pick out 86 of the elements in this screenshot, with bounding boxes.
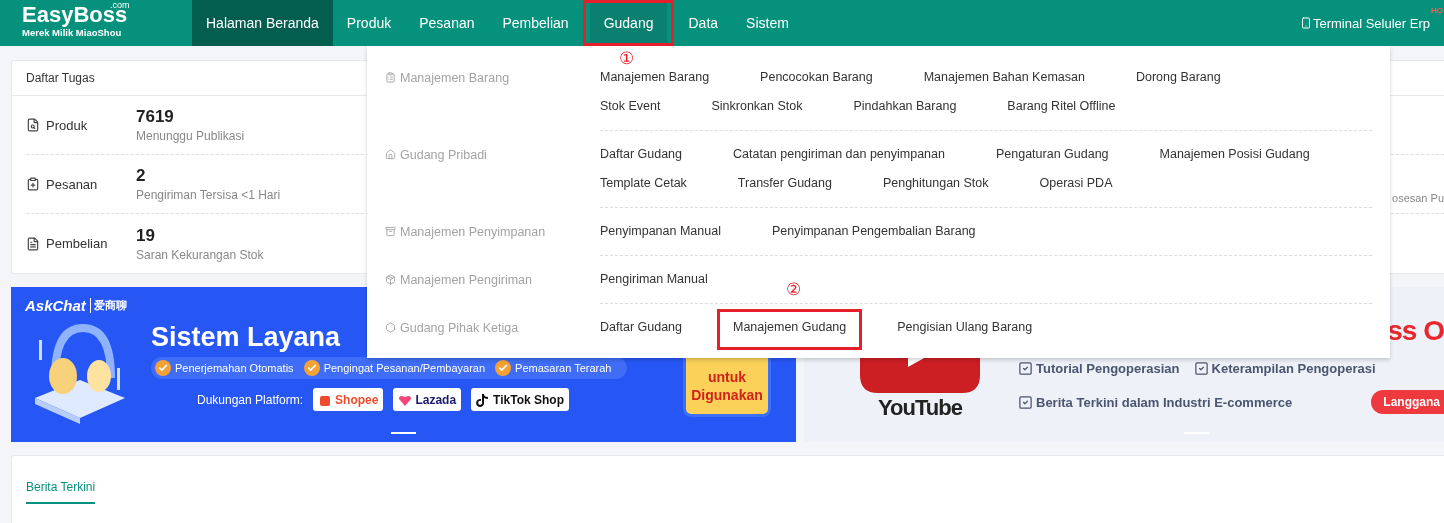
group-label: Gudang Pribadi (400, 147, 487, 162)
feature-text: Pengingat Pesanan/Pembayaran (323, 362, 486, 374)
task-label: Pembelian (46, 236, 108, 251)
menu-item[interactable]: Manajemen Bahan Kemasan (923, 68, 1085, 87)
group-icon (385, 149, 396, 160)
carousel-indicator[interactable] (391, 432, 416, 434)
menu-item[interactable]: Dorong Barang (1135, 68, 1221, 87)
task-label: Produk (46, 117, 88, 133)
menu-item[interactable]: Catatan pengiriman dan penyimpanan (733, 145, 945, 164)
hot-label: HO (1431, 6, 1443, 15)
nav-tab[interactable]: Sistem (732, 0, 803, 46)
menu-item[interactable]: Pindahkan Barang (853, 97, 957, 116)
nav-tab[interactable]: Produk (332, 0, 406, 46)
banner-title: Sistem Layana (151, 321, 341, 354)
nav-tab[interactable]: Halaman Beranda (192, 0, 333, 46)
checklist-text: Keterampilan Pengoperasi (1211, 361, 1376, 376)
checkbox-icon (1193, 361, 1209, 376)
task-count[interactable]: 7619 (136, 107, 245, 127)
checklist-text: Berita Terkini dalam Industri E-commerce (1036, 394, 1293, 410)
nav-tab[interactable]: Pembelian (488, 0, 583, 46)
promo-text: untuk (707, 368, 747, 386)
platform-badge: Shopee (313, 388, 384, 411)
platform-icon (476, 392, 491, 407)
menu-item[interactable]: Daftar Gudang (600, 145, 682, 164)
menu-item[interactable]: Operasi PDA (1039, 174, 1113, 193)
task-caption: osesan Pu (1392, 192, 1444, 206)
check-icon (155, 360, 171, 376)
group-label: Manajemen Pengiriman (400, 272, 532, 287)
menu-item[interactable]: Template Cetak (600, 174, 687, 193)
task-caption: Pengiriman Tersisa <1 Hari (136, 188, 281, 202)
task-caption: Menunggu Publikasi (136, 129, 245, 143)
task-caption: Saran Kekurangan Stok (136, 247, 264, 262)
menu-item[interactable]: Daftar Gudang (600, 318, 682, 337)
video-brand: YouTube (878, 395, 962, 421)
checkbox-icon (1018, 394, 1033, 410)
group-label: Manajemen Barang (400, 70, 510, 85)
brand-name: AskChat (25, 297, 86, 314)
group-icon (385, 72, 396, 83)
task-count[interactable]: 19 (136, 225, 264, 246)
feature-text: Pemasaran Terarah (515, 362, 612, 374)
document-icon (26, 177, 40, 191)
card-title: Daftar Tugas (26, 71, 95, 85)
menu-item[interactable]: Pencocokan Barang (760, 68, 873, 87)
menu-item[interactable]: Penghitungan Stok (882, 174, 989, 193)
nav-tab[interactable]: Gudang (589, 3, 668, 43)
news-tab[interactable]: Berita Terkini (26, 476, 96, 504)
menu-item[interactable]: Manajemen Posisi Gudang (1159, 145, 1310, 164)
nav-tab[interactable]: Data (674, 0, 733, 46)
menu-item[interactable]: Pengiriman Manual (600, 270, 708, 289)
platform-label: Dukungan Platform: (197, 392, 304, 407)
group-label: Gudang Pihak Ketiga (400, 320, 519, 335)
feature-text: Penerjemahan Otomatis (175, 362, 294, 374)
mobile-link[interactable]: Terminal Seluler Erp HO (1299, 0, 1444, 46)
menu-item[interactable]: Manajemen Barang (600, 68, 710, 87)
phone-icon (1299, 17, 1312, 29)
nav-tab[interactable]: Pesanan (405, 0, 489, 46)
checklist-text: Tutorial Pengoperasian (1036, 361, 1180, 376)
group-icon (385, 274, 396, 285)
check-icon (303, 360, 320, 376)
promo-text: Digunakan (691, 386, 763, 404)
brand-name-cn: 爱商聊 (89, 298, 127, 313)
menu-item[interactable]: Transfer Gudang (737, 174, 832, 193)
logo-tagline: Merek Milik MiaoShou (22, 27, 123, 38)
logo-domain: .com (110, 1, 130, 10)
document-icon (26, 118, 40, 132)
platform-badge: TikTok Shop (471, 388, 569, 411)
task-count[interactable]: 2 (136, 166, 281, 186)
menu-item[interactable]: Penyimpanan Manual (600, 222, 721, 241)
menu-item[interactable]: Sinkronkan Stok (711, 97, 803, 116)
checkbox-icon (1018, 361, 1033, 376)
check-icon (495, 360, 512, 376)
banner-headline: ss O (1387, 315, 1444, 347)
menu-item[interactable]: Pengaturan Gudang (995, 145, 1109, 164)
group-label: Manajemen Penyimpanan (400, 224, 546, 239)
menu-item[interactable]: Barang Ritel Offline (1007, 97, 1116, 116)
logo-name: EasyBoss .com (22, 3, 131, 27)
menu-item[interactable]: Penyimpanan Pengembalian Barang (771, 222, 976, 241)
callout-number: ① (618, 50, 634, 68)
subscribe-button[interactable]: Langgana (1371, 390, 1444, 414)
menu-item[interactable]: Pengisian Ulang Barang (897, 318, 1033, 337)
menu-item[interactable]: Stok Event (600, 97, 661, 116)
group-icon (385, 322, 396, 333)
platform-badge: Lazada (393, 388, 462, 411)
group-icon (385, 226, 396, 237)
task-label: Pesanan (46, 176, 98, 192)
document-icon (26, 236, 40, 251)
